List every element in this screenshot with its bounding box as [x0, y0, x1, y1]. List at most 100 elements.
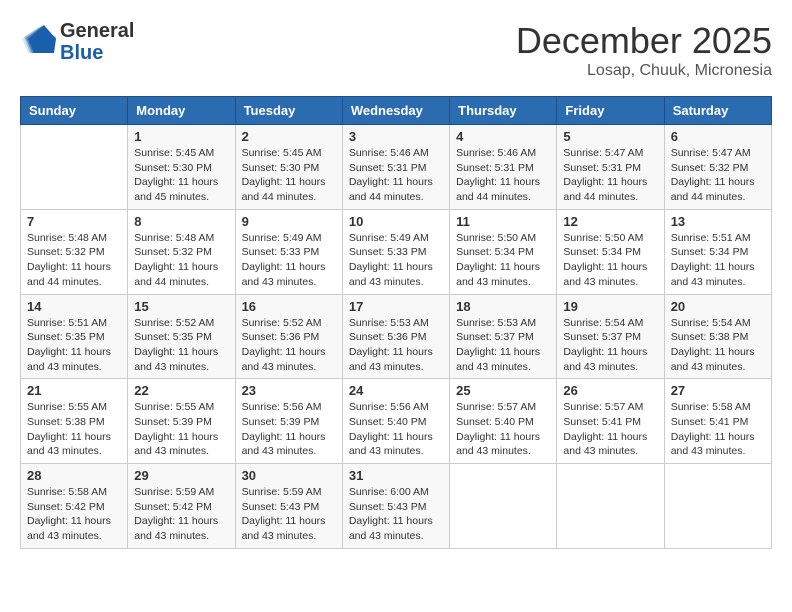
day-number: 7 [27, 214, 121, 229]
calendar-cell: 26 Sunrise: 5:57 AM Sunset: 5:41 PM Dayli… [557, 379, 664, 464]
day-info: Sunrise: 5:50 AM Sunset: 5:34 PM Dayligh… [563, 231, 657, 290]
calendar-header-row: SundayMondayTuesdayWednesdayThursdayFrid… [21, 97, 772, 125]
day-info: Sunrise: 5:48 AM Sunset: 5:32 PM Dayligh… [134, 231, 228, 290]
day-number: 20 [671, 299, 765, 314]
calendar-cell: 21 Sunrise: 5:55 AM Sunset: 5:38 PM Dayli… [21, 379, 128, 464]
location: Losap, Chuuk, Micronesia [516, 62, 772, 80]
day-info: Sunrise: 5:57 AM Sunset: 5:40 PM Dayligh… [456, 400, 550, 459]
day-of-week-header: Saturday [664, 97, 771, 125]
calendar-cell: 9 Sunrise: 5:49 AM Sunset: 5:33 PM Daylig… [235, 209, 342, 294]
day-info: Sunrise: 5:49 AM Sunset: 5:33 PM Dayligh… [242, 231, 336, 290]
calendar-cell: 17 Sunrise: 5:53 AM Sunset: 5:36 PM Dayli… [342, 294, 449, 379]
calendar-cell: 23 Sunrise: 5:56 AM Sunset: 5:39 PM Dayli… [235, 379, 342, 464]
title-area: December 2025 Losap, Chuuk, Micronesia [516, 20, 772, 80]
day-info: Sunrise: 5:48 AM Sunset: 5:32 PM Dayligh… [27, 231, 121, 290]
day-number: 14 [27, 299, 121, 314]
day-info: Sunrise: 5:45 AM Sunset: 5:30 PM Dayligh… [242, 146, 336, 205]
calendar-cell: 6 Sunrise: 5:47 AM Sunset: 5:32 PM Daylig… [664, 125, 771, 210]
calendar-cell: 14Sunrise: 5:51 AM Sunset: 5:35 PM Dayli… [21, 294, 128, 379]
day-number: 19 [563, 299, 657, 314]
day-info: Sunrise: 5:55 AM Sunset: 5:39 PM Dayligh… [134, 400, 228, 459]
day-of-week-header: Wednesday [342, 97, 449, 125]
day-number: 9 [242, 214, 336, 229]
day-of-week-header: Thursday [450, 97, 557, 125]
calendar-cell: 3Sunrise: 5:46 AM Sunset: 5:31 PM Daylig… [342, 125, 449, 210]
day-number: 1 [134, 129, 228, 144]
day-number: 5 [563, 129, 657, 144]
calendar-cell: 15 Sunrise: 5:52 AM Sunset: 5:35 PM Dayli… [128, 294, 235, 379]
day-number: 3 [349, 129, 443, 144]
calendar-table: SundayMondayTuesdayWednesdayThursdayFrid… [20, 96, 772, 549]
day-info: Sunrise: 6:00 AM Sunset: 5:43 PM Dayligh… [349, 485, 443, 544]
day-info: Sunrise: 5:59 AM Sunset: 5:42 PM Dayligh… [134, 485, 228, 544]
day-number: 4 [456, 129, 550, 144]
month-title: December 2025 [516, 20, 772, 62]
day-info: Sunrise: 5:53 AM Sunset: 5:36 PM Dayligh… [349, 316, 443, 375]
day-of-week-header: Monday [128, 97, 235, 125]
calendar-cell: 22 Sunrise: 5:55 AM Sunset: 5:39 PM Dayli… [128, 379, 235, 464]
day-number: 22 [134, 383, 228, 398]
day-info: Sunrise: 5:45 AM Sunset: 5:30 PM Dayligh… [134, 146, 228, 205]
calendar-cell: 13 Sunrise: 5:51 AM Sunset: 5:34 PM Dayli… [664, 209, 771, 294]
calendar-cell: 12 Sunrise: 5:50 AM Sunset: 5:34 PM Dayli… [557, 209, 664, 294]
calendar-cell: 7 Sunrise: 5:48 AM Sunset: 5:32 PM Daylig… [21, 209, 128, 294]
calendar-cell: 8 Sunrise: 5:48 AM Sunset: 5:32 PM Daylig… [128, 209, 235, 294]
day-number: 16 [242, 299, 336, 314]
logo-text: General Blue [60, 20, 134, 64]
day-number: 18 [456, 299, 550, 314]
day-info: Sunrise: 5:54 AM Sunset: 5:38 PM Dayligh… [671, 316, 765, 375]
day-number: 13 [671, 214, 765, 229]
day-info: Sunrise: 5:57 AM Sunset: 5:41 PM Dayligh… [563, 400, 657, 459]
day-number: 12 [563, 214, 657, 229]
day-number: 10 [349, 214, 443, 229]
day-of-week-header: Sunday [21, 97, 128, 125]
calendar-cell: 19 Sunrise: 5:54 AM Sunset: 5:37 PM Dayli… [557, 294, 664, 379]
day-info: Sunrise: 5:58 AM Sunset: 5:41 PM Dayligh… [671, 400, 765, 459]
calendar-week-row: 1 Sunrise: 5:45 AM Sunset: 5:30 PM Daylig… [21, 125, 772, 210]
day-number: 23 [242, 383, 336, 398]
day-number: 8 [134, 214, 228, 229]
calendar-cell [664, 464, 771, 549]
day-number: 24 [349, 383, 443, 398]
calendar-cell: 18 Sunrise: 5:53 AM Sunset: 5:37 PM Dayli… [450, 294, 557, 379]
day-info: Sunrise: 5:50 AM Sunset: 5:34 PM Dayligh… [456, 231, 550, 290]
day-number: 11 [456, 214, 550, 229]
logo-icon [20, 25, 56, 60]
calendar-week-row: 7 Sunrise: 5:48 AM Sunset: 5:32 PM Daylig… [21, 209, 772, 294]
calendar-cell [21, 125, 128, 210]
day-of-week-header: Friday [557, 97, 664, 125]
day-info: Sunrise: 5:49 AM Sunset: 5:33 PM Dayligh… [349, 231, 443, 290]
day-info: Sunrise: 5:52 AM Sunset: 5:35 PM Dayligh… [134, 316, 228, 375]
day-number: 25 [456, 383, 550, 398]
day-info: Sunrise: 5:53 AM Sunset: 5:37 PM Dayligh… [456, 316, 550, 375]
day-number: 21 [27, 383, 121, 398]
calendar-cell: 31Sunrise: 6:00 AM Sunset: 5:43 PM Dayli… [342, 464, 449, 549]
day-of-week-header: Tuesday [235, 97, 342, 125]
day-number: 17 [349, 299, 443, 314]
day-info: Sunrise: 5:55 AM Sunset: 5:38 PM Dayligh… [27, 400, 121, 459]
day-number: 6 [671, 129, 765, 144]
day-info: Sunrise: 5:51 AM Sunset: 5:34 PM Dayligh… [671, 231, 765, 290]
day-info: Sunrise: 5:56 AM Sunset: 5:39 PM Dayligh… [242, 400, 336, 459]
logo: General Blue [20, 20, 134, 64]
calendar-cell: 10 Sunrise: 5:49 AM Sunset: 5:33 PM Dayli… [342, 209, 449, 294]
day-info: Sunrise: 5:58 AM Sunset: 5:42 PM Dayligh… [27, 485, 121, 544]
day-info: Sunrise: 5:47 AM Sunset: 5:31 PM Dayligh… [563, 146, 657, 205]
day-info: Sunrise: 5:54 AM Sunset: 5:37 PM Dayligh… [563, 316, 657, 375]
calendar-cell: 24 Sunrise: 5:56 AM Sunset: 5:40 PM Dayli… [342, 379, 449, 464]
calendar-cell: 2 Sunrise: 5:45 AM Sunset: 5:30 PM Daylig… [235, 125, 342, 210]
day-number: 15 [134, 299, 228, 314]
day-info: Sunrise: 5:47 AM Sunset: 5:32 PM Dayligh… [671, 146, 765, 205]
calendar-week-row: 21 Sunrise: 5:55 AM Sunset: 5:38 PM Dayli… [21, 379, 772, 464]
day-number: 2 [242, 129, 336, 144]
calendar-cell: 28 Sunrise: 5:58 AM Sunset: 5:42 PM Dayli… [21, 464, 128, 549]
day-info: Sunrise: 5:56 AM Sunset: 5:40 PM Dayligh… [349, 400, 443, 459]
day-info: Sunrise: 5:52 AM Sunset: 5:36 PM Dayligh… [242, 316, 336, 375]
calendar-week-row: 28 Sunrise: 5:58 AM Sunset: 5:42 PM Dayli… [21, 464, 772, 549]
day-number: 30 [242, 468, 336, 483]
day-number: 26 [563, 383, 657, 398]
calendar-cell: 5 Sunrise: 5:47 AM Sunset: 5:31 PM Daylig… [557, 125, 664, 210]
day-number: 28 [27, 468, 121, 483]
calendar-cell: 29Sunrise: 5:59 AM Sunset: 5:42 PM Dayli… [128, 464, 235, 549]
day-number: 27 [671, 383, 765, 398]
